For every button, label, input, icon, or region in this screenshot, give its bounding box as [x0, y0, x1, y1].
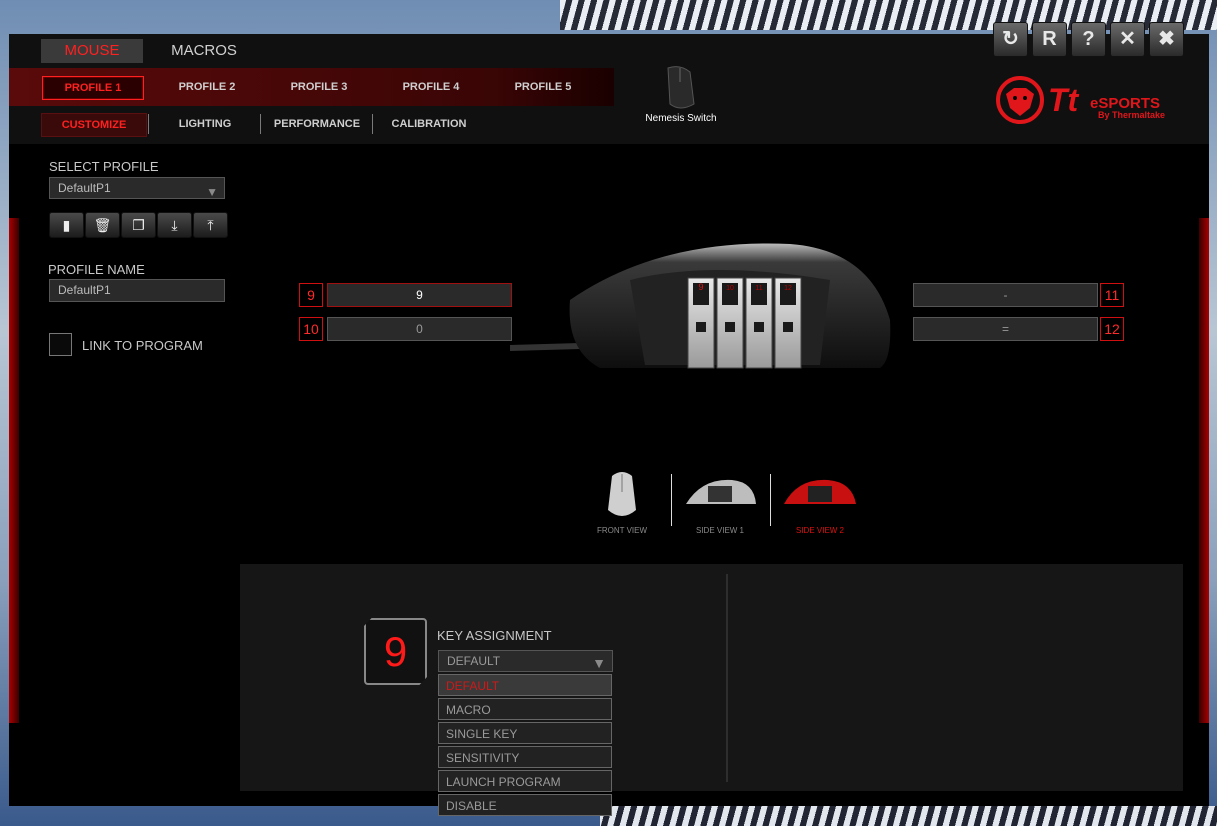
tab-separator: [148, 114, 149, 134]
key-11-field[interactable]: -: [913, 283, 1098, 307]
device-name: Nemesis Switch: [645, 113, 717, 124]
option-sensitivity[interactable]: SENSITIVITY: [438, 746, 612, 768]
mouse-side-image: 9 10 11 12: [510, 243, 891, 369]
tab-profile-4[interactable]: PROFILE 4: [381, 76, 481, 98]
help-icon[interactable]: ?: [1071, 22, 1106, 57]
close-icon[interactable]: ✕: [1110, 22, 1145, 57]
selected-key-indicator: 9: [364, 618, 427, 685]
tab-calibration[interactable]: CALIBRATION: [378, 113, 480, 135]
delete-icon[interactable]: 🗑: [85, 212, 120, 238]
side-view-2-button[interactable]: SIDE VIEW 2: [782, 470, 858, 535]
side-key-label: 12: [784, 285, 792, 292]
key-10-badge[interactable]: 10: [299, 317, 323, 341]
panel-divider: [726, 574, 728, 782]
refresh-icon[interactable]: ↻: [993, 22, 1028, 57]
key-assignment-value: DEFAULT: [447, 654, 501, 668]
tab-mouse[interactable]: MOUSE: [41, 39, 143, 63]
front-view-label: FRONT VIEW: [596, 526, 648, 535]
tab-profile-5[interactable]: PROFILE 5: [493, 76, 593, 98]
save-icon[interactable]: ▮: [49, 212, 84, 238]
side-key-label: 9: [698, 282, 703, 292]
tiger-logo-icon: [996, 76, 1044, 124]
key-9-badge[interactable]: 9: [299, 283, 323, 307]
select-profile-dropdown[interactable]: DefaultP1 ▼: [49, 177, 225, 199]
brand-tt: Tt: [1048, 82, 1079, 118]
link-to-program-checkbox[interactable]: [49, 333, 72, 356]
chevron-down-icon: ▼: [592, 655, 606, 671]
select-profile-value: DefaultP1: [58, 181, 111, 195]
side-key-label: 10: [726, 285, 734, 292]
import-icon[interactable]: ⤓: [157, 212, 192, 238]
select-profile-label: SELECT PROFILE: [49, 159, 159, 174]
side-view-1-label: SIDE VIEW 1: [695, 526, 744, 535]
chevron-down-icon: ▼: [206, 185, 218, 199]
tab-profile-1[interactable]: PROFILE 1: [42, 76, 144, 100]
tab-separator: [260, 114, 261, 134]
key-11-badge[interactable]: 11: [1100, 283, 1124, 307]
option-launch-program[interactable]: LAUNCH PROGRAM: [438, 770, 612, 792]
tab-macros[interactable]: MACROS: [158, 39, 250, 63]
side-view-1-button[interactable]: SIDE VIEW 1: [682, 470, 758, 535]
view-separator: [671, 474, 672, 526]
view-separator: [770, 474, 771, 526]
key-10-field[interactable]: 0: [327, 317, 512, 341]
option-default[interactable]: DEFAULT: [438, 674, 612, 696]
option-disable[interactable]: DISABLE: [438, 794, 612, 816]
key-assignment-label: KEY ASSIGNMENT: [437, 628, 552, 643]
tab-separator: [372, 114, 373, 134]
key-12-field[interactable]: =: [913, 317, 1098, 341]
tab-customize[interactable]: CUSTOMIZE: [41, 113, 147, 137]
tab-performance[interactable]: PERFORMANCE: [266, 113, 368, 135]
front-view-button[interactable]: FRONT VIEW: [592, 470, 652, 535]
link-to-program-label: LINK TO PROGRAM: [82, 338, 203, 353]
key-12-badge[interactable]: 12: [1100, 317, 1124, 341]
tab-profile-2[interactable]: PROFILE 2: [157, 76, 257, 98]
side-key-label: 11: [755, 285, 762, 292]
profile-name-label: PROFILE NAME: [48, 262, 145, 277]
side-view-2-label: SIDE VIEW 2: [795, 526, 844, 535]
side-view-1-icon: [686, 479, 756, 504]
tab-lighting[interactable]: LIGHTING: [160, 113, 250, 135]
reset-icon[interactable]: R: [1032, 22, 1067, 57]
front-view-icon: [608, 472, 636, 516]
profile-name-field[interactable]: DefaultP1: [49, 279, 225, 302]
export-icon[interactable]: ⤒: [193, 212, 228, 238]
copy-icon[interactable]: ❐: [121, 212, 156, 238]
option-single-key[interactable]: SINGLE KEY: [438, 722, 612, 744]
right-rail: [1199, 218, 1209, 723]
option-macro[interactable]: MACRO: [438, 698, 612, 720]
tools-icon[interactable]: ✖: [1149, 22, 1184, 57]
brand-by: By Thermaltake: [1098, 110, 1166, 120]
side-view-2-icon: [784, 479, 856, 504]
key-9-field[interactable]: 9: [327, 283, 512, 307]
left-rail: [9, 218, 19, 723]
tab-profile-3[interactable]: PROFILE 3: [269, 76, 369, 98]
device-thumbnail: [667, 66, 695, 109]
key-assignment-dropdown[interactable]: DEFAULT ▼: [438, 650, 613, 672]
